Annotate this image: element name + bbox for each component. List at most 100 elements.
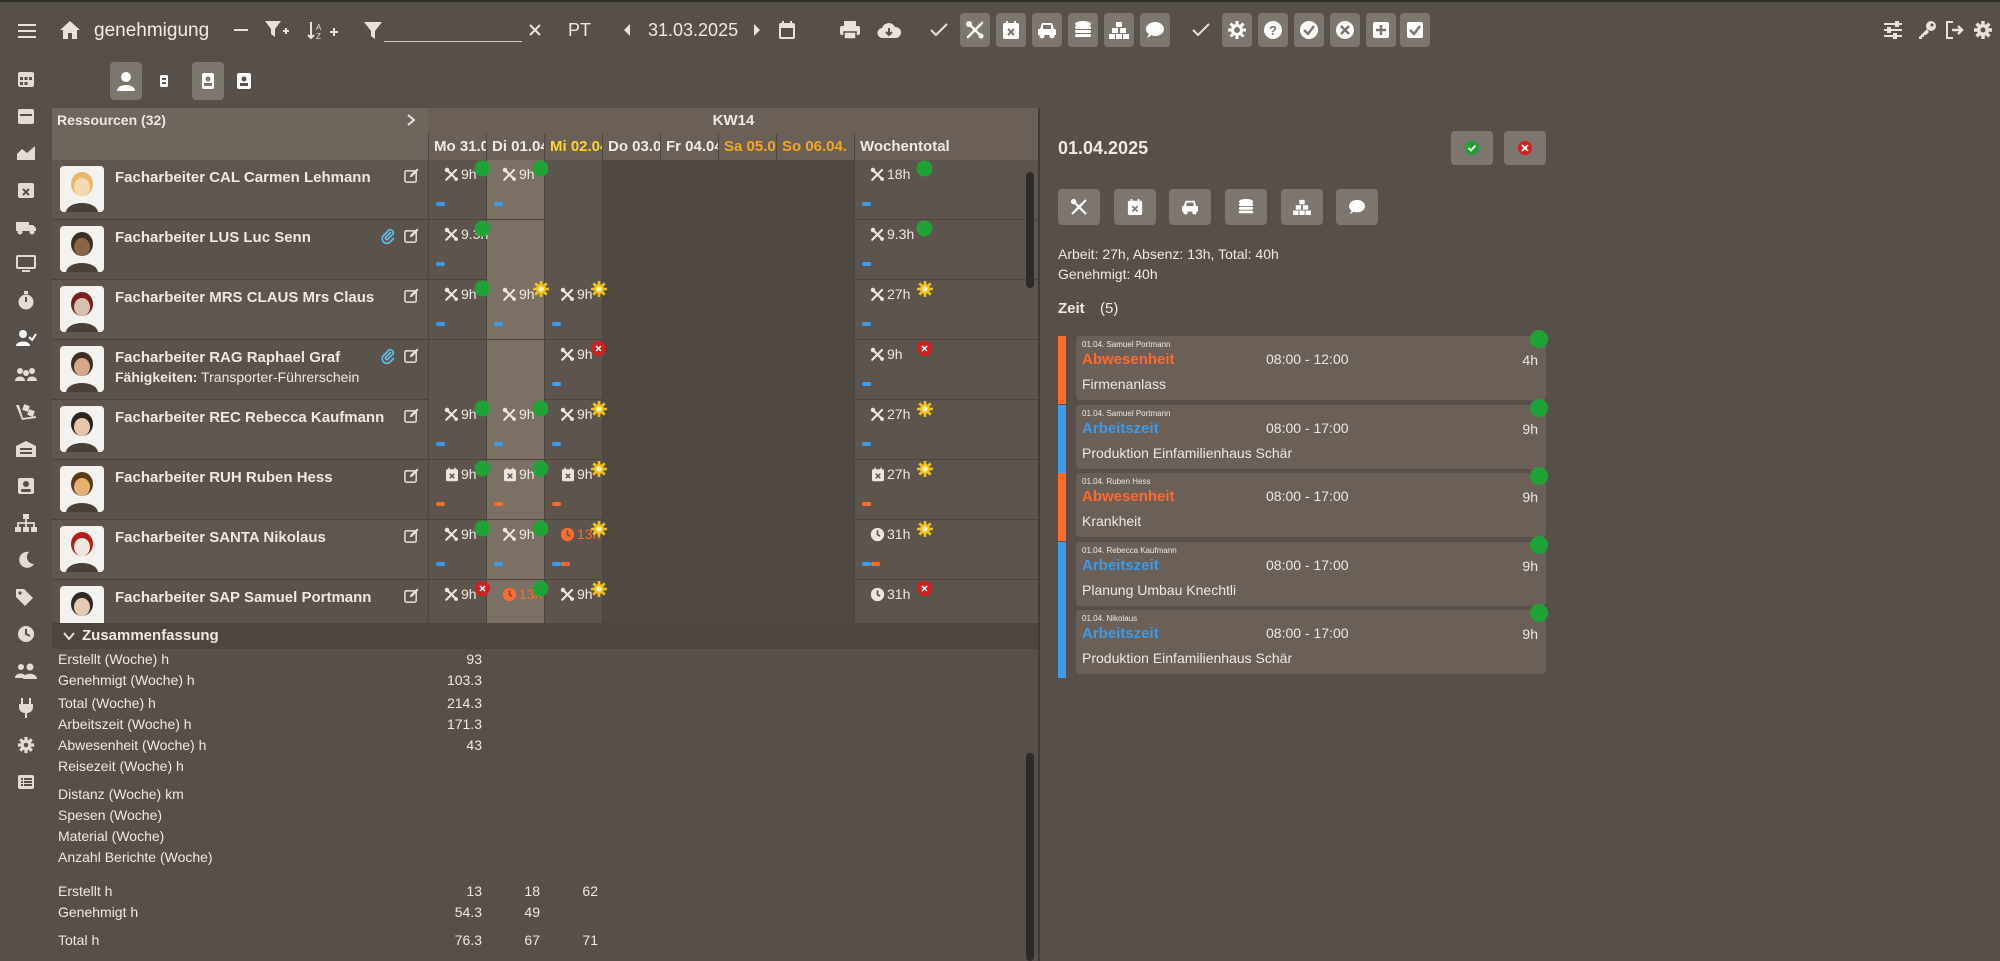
approved-dot-icon[interactable] <box>1530 604 1548 622</box>
view-card-small-button[interactable] <box>148 62 180 100</box>
resource-name[interactable]: Facharbeiter RUH Ruben Hess <box>115 469 333 486</box>
pending-sun-icon[interactable] <box>590 280 607 297</box>
detail-material-button[interactable] <box>1281 189 1323 225</box>
time-cell[interactable]: 27h <box>854 400 1039 460</box>
filter-icon[interactable] <box>362 19 384 41</box>
rejected-badge-icon[interactable] <box>916 580 933 597</box>
summary-scrollbar[interactable] <box>1026 753 1034 961</box>
grid-scrollbar[interactable] <box>1026 172 1034 288</box>
filter-material-button[interactable] <box>1104 13 1134 47</box>
chevron-down-icon[interactable] <box>62 629 76 643</box>
time-cell[interactable]: 9h <box>544 460 607 520</box>
pending-sun-icon[interactable] <box>916 520 933 537</box>
approved-dot-icon[interactable] <box>1530 467 1548 485</box>
pending-sun-icon[interactable] <box>916 460 933 477</box>
search-input[interactable] <box>384 18 522 42</box>
time-cell[interactable]: 9h <box>486 460 549 520</box>
resource-row[interactable]: Facharbeiter SANTA Nikolaus <box>52 520 428 580</box>
nav-chart-icon[interactable] <box>14 141 38 165</box>
nav-absence-icon[interactable] <box>14 178 38 202</box>
filter-comment-button[interactable] <box>1140 13 1170 47</box>
approved-dot-icon[interactable] <box>1530 330 1548 348</box>
filter-add-icon[interactable] <box>264 18 290 42</box>
time-cell[interactable]: 27h <box>854 280 1039 340</box>
time-cell[interactable]: 9h <box>486 160 549 220</box>
time-cell[interactable]: 9h <box>486 400 549 460</box>
rejected-badge-icon[interactable] <box>590 340 607 357</box>
view-card-button[interactable] <box>192 62 224 100</box>
menu-icon[interactable] <box>16 20 38 42</box>
resource-name[interactable]: Facharbeiter SAP Samuel Portmann <box>115 589 371 606</box>
edit-icon[interactable] <box>402 226 420 244</box>
paperclip-icon[interactable] <box>380 228 396 244</box>
nav-vehicle-icon[interactable] <box>14 215 38 239</box>
time-entry-card[interactable]: 01.04. Samuel Portmann Arbeitszeit 08:00 -… <box>1076 399 1548 469</box>
time-entry-card[interactable]: 01.04. Rebecca Kaufmann Arbeitszeit 08:00 … <box>1076 536 1548 606</box>
time-cell[interactable]: 27h <box>854 460 1039 520</box>
edit-icon[interactable] <box>402 466 420 484</box>
approved-dot-icon[interactable] <box>1530 536 1548 554</box>
filter-expenses-button[interactable] <box>1068 13 1098 47</box>
period-selector[interactable]: PT <box>568 20 591 41</box>
edit-icon[interactable] <box>402 586 420 604</box>
nav-moon-icon[interactable] <box>14 548 38 572</box>
detail-expenses-button[interactable] <box>1225 189 1267 225</box>
prev-date-icon[interactable] <box>620 21 634 39</box>
time-cell[interactable]: 9.3h <box>428 220 491 280</box>
day-header[interactable]: Sa 05.04. <box>718 134 776 160</box>
print-icon[interactable] <box>838 18 862 42</box>
time-cell[interactable]: 9h <box>428 520 491 580</box>
resource-row[interactable]: Facharbeiter MRS CLAUS Mrs Claus <box>52 280 428 340</box>
nav-delivery-icon[interactable] <box>14 400 38 424</box>
current-date[interactable]: 31.03.2025 <box>648 20 738 41</box>
nav-warehouse-icon[interactable] <box>14 437 38 461</box>
pending-sun-icon[interactable] <box>916 280 933 297</box>
pending-sun-icon[interactable] <box>590 580 607 597</box>
nav-hierarchy-icon[interactable] <box>14 511 38 535</box>
edit-icon[interactable] <box>402 346 420 364</box>
nav-calendar-icon[interactable] <box>14 67 38 91</box>
reject-all-button[interactable] <box>1504 131 1546 165</box>
resource-row[interactable]: Facharbeiter LUS Luc Senn <box>52 220 428 280</box>
nav-monitor-icon[interactable] <box>14 252 38 276</box>
day-header[interactable]: Fr 04.04. <box>660 134 718 160</box>
key-icon[interactable] <box>1916 19 1938 41</box>
status-question-button[interactable]: ? <box>1258 13 1288 47</box>
time-cell[interactable]: 9h <box>428 160 491 220</box>
status-new-button[interactable] <box>1366 13 1396 47</box>
settings-gear-icon[interactable] <box>1972 19 1994 41</box>
pending-sun-icon[interactable] <box>590 520 607 537</box>
edit-icon[interactable] <box>402 286 420 304</box>
resource-row[interactable]: Facharbeiter CAL Carmen Lehmann <box>52 160 428 220</box>
time-entry-card[interactable]: 01.04. Samuel Portmann Abwesenheit 08:00 -… <box>1076 330 1548 400</box>
sort-add-icon[interactable]: AZ <box>306 18 342 42</box>
edit-icon[interactable] <box>402 526 420 544</box>
filter-travel-button[interactable] <box>1032 13 1062 47</box>
calendar-picker-icon[interactable] <box>776 18 798 42</box>
status-checked-button[interactable] <box>1400 13 1430 47</box>
chevron-right-icon[interactable] <box>404 113 418 127</box>
resource-name[interactable]: Facharbeiter SANTA Nikolaus <box>115 529 326 546</box>
pending-sun-icon[interactable] <box>590 460 607 477</box>
nav-users-icon[interactable] <box>14 659 38 683</box>
nav-settings-icon[interactable] <box>14 733 38 757</box>
time-cell[interactable]: 9h <box>428 460 491 520</box>
pending-sun-icon[interactable] <box>590 400 607 417</box>
nav-contact-icon[interactable] <box>14 474 38 498</box>
nav-clock-icon[interactable] <box>14 622 38 646</box>
resource-row[interactable]: Facharbeiter RAG Raphael Graf Fähigkeiten… <box>52 340 428 400</box>
approved-dot-icon[interactable] <box>1530 399 1548 417</box>
logout-icon[interactable] <box>1944 19 1966 41</box>
view-contact-card-button[interactable] <box>228 62 260 100</box>
time-cell[interactable]: 9h <box>544 400 607 460</box>
check-icon[interactable] <box>928 19 950 41</box>
summary-header[interactable]: Zusammenfassung <box>52 623 1039 649</box>
nav-stopwatch-icon[interactable] <box>14 289 38 313</box>
time-entry-card[interactable]: 01.04. Ruben Hess Abwesenheit 08:00 - 17:0… <box>1076 467 1548 537</box>
detail-travel-button[interactable] <box>1169 189 1211 225</box>
day-header[interactable]: So 06.04. <box>776 134 854 160</box>
edit-icon[interactable] <box>402 166 420 184</box>
approved-badge-icon[interactable] <box>916 160 933 177</box>
resource-name[interactable]: Facharbeiter MRS CLAUS Mrs Claus <box>115 289 374 306</box>
time-cell[interactable]: 9h <box>486 520 549 580</box>
